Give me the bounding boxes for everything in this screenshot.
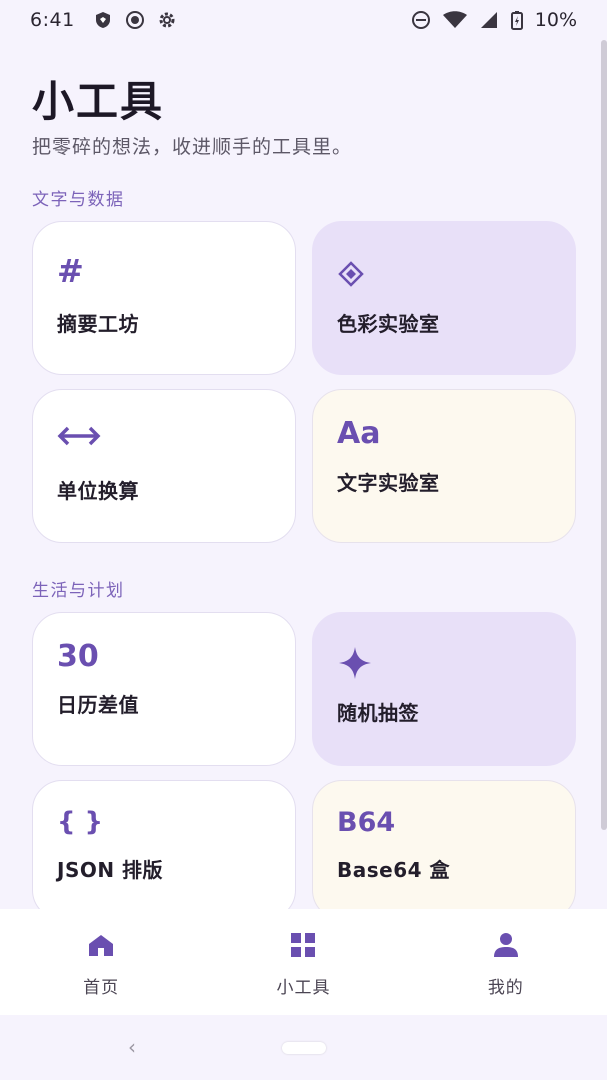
scrollbar[interactable] bbox=[601, 40, 607, 830]
nav-label: 我的 bbox=[487, 978, 524, 998]
status-time: 6:41 bbox=[30, 9, 75, 31]
system-navigation-bar: ‹ bbox=[0, 1015, 607, 1080]
bottom-navigation: 首页 小工具 我的 bbox=[0, 909, 607, 1015]
nav-label: 首页 bbox=[83, 978, 120, 998]
shield-icon bbox=[93, 10, 113, 30]
font-icon: Aa bbox=[337, 416, 381, 451]
home-gesture-pill[interactable] bbox=[282, 1042, 326, 1054]
diamond-icon bbox=[337, 260, 365, 292]
tool-card-date-diff[interactable]: 30 日历差值 bbox=[32, 612, 296, 766]
battery-percent: 10% bbox=[534, 9, 577, 31]
section-label-text-data: 文字与数据 bbox=[32, 190, 125, 210]
grid-icon bbox=[289, 931, 317, 959]
tool-card-label: 随机抽签 bbox=[337, 701, 419, 725]
nav-item-home[interactable]: 首页 bbox=[26, 909, 176, 1015]
battery-icon bbox=[510, 10, 523, 30]
section-label-life-plan: 生活与计划 bbox=[32, 581, 125, 601]
braces-icon: { } bbox=[57, 807, 104, 837]
nav-item-tools[interactable]: 小工具 bbox=[228, 909, 378, 1015]
record-icon bbox=[125, 10, 145, 30]
nav-item-profile[interactable]: 我的 bbox=[431, 909, 581, 1015]
status-bar-right: 10% bbox=[411, 9, 577, 31]
do-not-disturb-icon bbox=[411, 10, 431, 30]
arrows-horizontal-icon bbox=[57, 426, 101, 450]
tool-card-color-lab[interactable]: 色彩实验室 bbox=[312, 221, 576, 375]
tool-card-label: Base64 盒 bbox=[337, 858, 451, 882]
tool-card-base64[interactable]: B64 Base64 盒 bbox=[312, 780, 576, 920]
page-subtitle: 把零碎的想法，收进顺手的工具里。 bbox=[32, 136, 353, 158]
tool-card-label: 单位换算 bbox=[57, 479, 139, 503]
person-icon bbox=[492, 931, 520, 959]
hash-icon: # bbox=[57, 252, 84, 290]
nav-label: 小工具 bbox=[276, 978, 331, 998]
tool-card-label: 文字实验室 bbox=[337, 471, 440, 495]
calendar-number-icon: 30 bbox=[57, 639, 99, 674]
page-title: 小工具 bbox=[32, 77, 165, 126]
home-icon bbox=[87, 931, 115, 959]
tool-card-label: 日历差值 bbox=[57, 693, 139, 717]
status-bar-left: 6:41 bbox=[30, 9, 177, 31]
base64-icon: B64 bbox=[337, 807, 396, 838]
tool-card-label: 摘要工坊 bbox=[57, 312, 139, 336]
tool-card-text-lab[interactable]: Aa 文字实验室 bbox=[312, 389, 576, 543]
status-bar: 6:41 10% bbox=[0, 0, 607, 40]
tool-card-label: 色彩实验室 bbox=[337, 312, 440, 336]
gear-icon bbox=[157, 10, 177, 30]
sparkle-icon bbox=[337, 645, 373, 685]
signal-icon bbox=[479, 10, 499, 30]
tool-card-unit-converter[interactable]: 单位换算 bbox=[32, 389, 296, 543]
tool-card-random-draw[interactable]: 随机抽签 bbox=[312, 612, 576, 766]
back-icon[interactable]: ‹ bbox=[128, 1035, 136, 1059]
tool-card-summary[interactable]: # 摘要工坊 bbox=[32, 221, 296, 375]
wifi-icon bbox=[442, 10, 467, 30]
tool-card-label: JSON 排版 bbox=[57, 858, 164, 882]
tool-card-json-format[interactable]: { } JSON 排版 bbox=[32, 780, 296, 920]
